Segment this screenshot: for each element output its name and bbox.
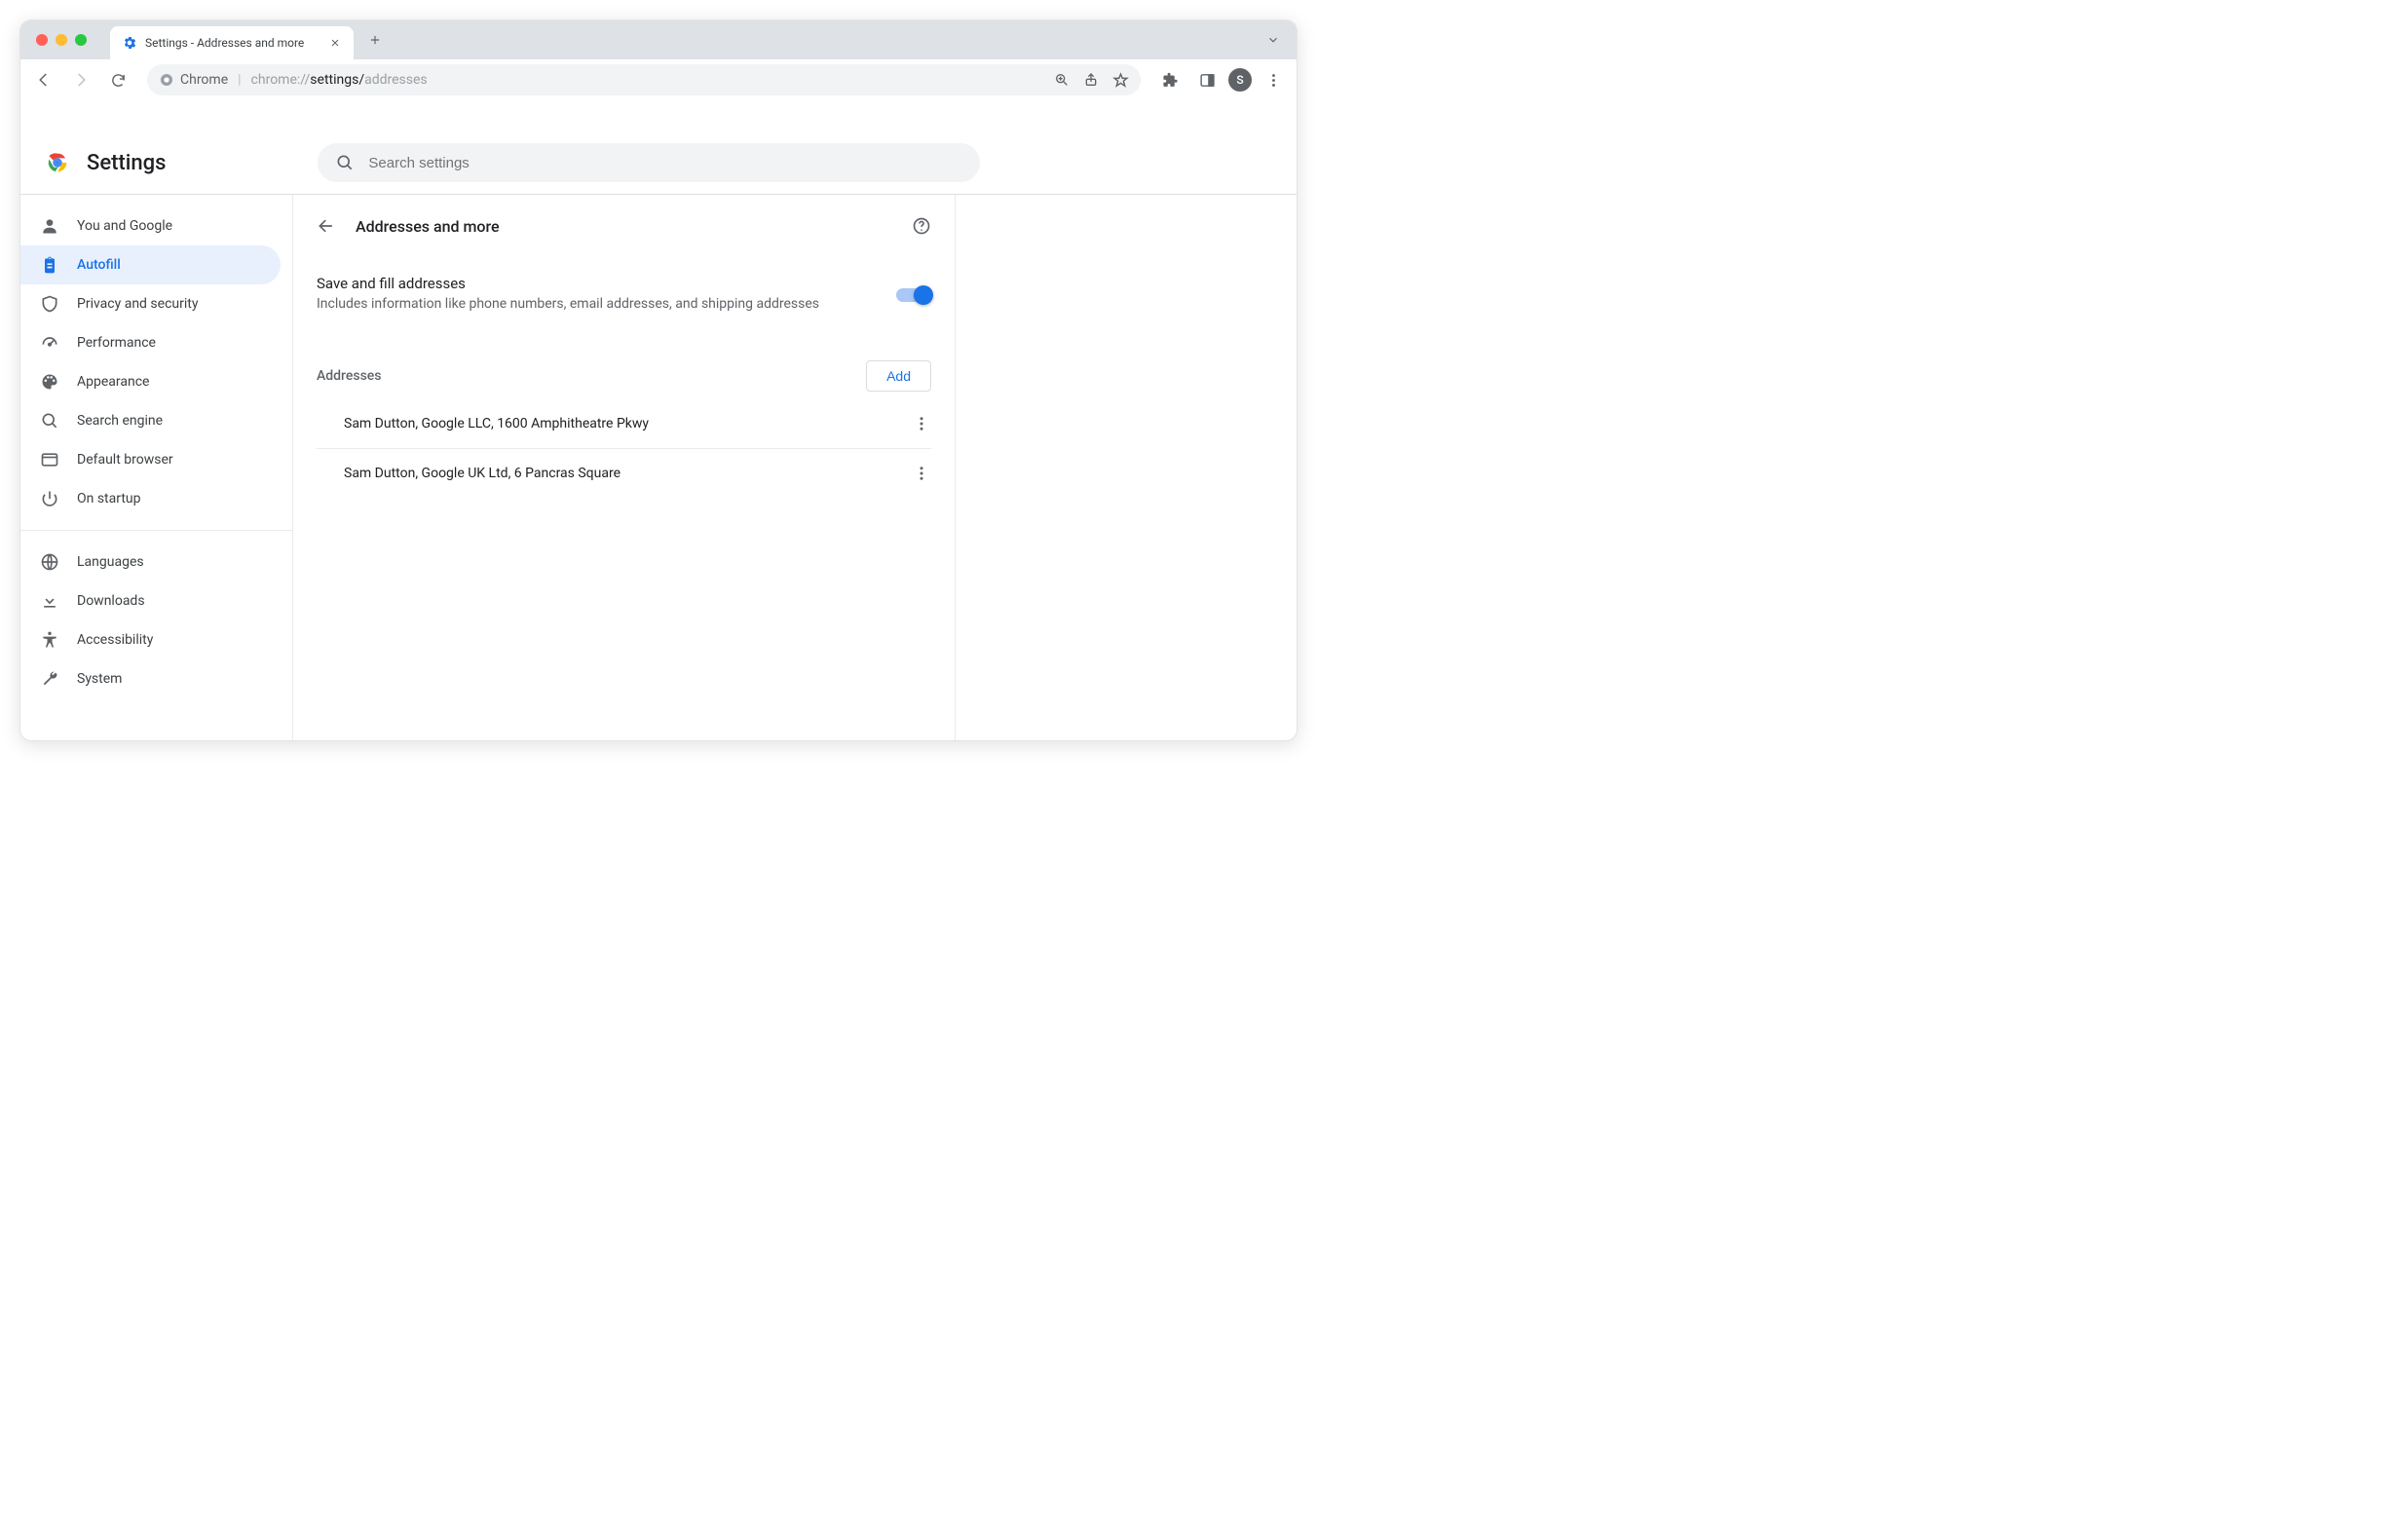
sidebar-item-autofill[interactable]: Autofill	[20, 245, 281, 284]
sidebar-item-appearance[interactable]: Appearance	[20, 362, 281, 401]
sidebar-item-label: Search engine	[77, 413, 163, 429]
sidebar-item-languages[interactable]: Languages	[20, 543, 281, 581]
speed-icon	[40, 333, 59, 353]
toggle-subtitle: Includes information like phone numbers,…	[317, 296, 881, 312]
sidebar-item-performance[interactable]: Performance	[20, 323, 281, 362]
share-icon[interactable]	[1083, 72, 1099, 88]
sidebar-item-label: Autofill	[77, 257, 121, 273]
toggle-title: Save and fill addresses	[317, 275, 881, 292]
more-icon[interactable]	[912, 465, 931, 482]
address-list: Sam Dutton, Google LLC, 1600 Amphitheatr…	[317, 399, 931, 498]
sidebar-item-label: Languages	[77, 554, 144, 570]
tabs-dropdown[interactable]	[1261, 28, 1285, 52]
address-text: Sam Dutton, Google UK Ltd, 6 Pancras Squ…	[344, 466, 621, 481]
settings-header: Settings	[20, 131, 1297, 194]
person-icon	[40, 216, 59, 236]
browser-window: Settings - Addresses and more Chrome	[19, 19, 1298, 741]
sidebar-item-label: Default browser	[77, 452, 173, 468]
download-icon	[40, 591, 59, 611]
address-row[interactable]: Sam Dutton, Google LLC, 1600 Amphitheatr…	[317, 399, 931, 449]
omnibox[interactable]: Chrome | chrome://settings/addresses	[147, 64, 1141, 95]
sidebar-item-privacy-and-security[interactable]: Privacy and security	[20, 284, 281, 323]
globe-icon	[40, 552, 59, 572]
search-input[interactable]	[368, 155, 962, 171]
palette-icon	[40, 372, 59, 392]
reload-button[interactable]	[102, 64, 133, 95]
sidebar-item-label: Privacy and security	[77, 296, 198, 312]
window-close[interactable]	[36, 34, 48, 46]
panel: Addresses and more Save and fill address…	[293, 195, 956, 740]
panel-back-button[interactable]	[317, 216, 336, 236]
site-chip: Chrome	[159, 72, 228, 88]
traffic-lights	[36, 34, 87, 46]
extensions-button[interactable]	[1154, 64, 1185, 95]
sidebar-item-label: Accessibility	[77, 632, 153, 648]
sidebar-item-downloads[interactable]: Downloads	[20, 581, 281, 620]
url-text: chrome://settings/addresses	[251, 72, 428, 88]
sidebar-item-default-browser[interactable]: Default browser	[20, 440, 281, 479]
search-icon	[40, 411, 59, 431]
zoom-icon[interactable]	[1054, 72, 1070, 88]
accessibility-icon	[40, 630, 59, 650]
gear-icon	[122, 35, 137, 51]
sidebar-item-label: Appearance	[77, 374, 149, 390]
browser-icon	[40, 450, 59, 469]
panel-title: Addresses and more	[356, 217, 892, 236]
power-icon	[40, 489, 59, 508]
addresses-label: Addresses	[317, 368, 382, 384]
sidebar-item-label: You and Google	[77, 218, 172, 234]
clipboard-icon	[40, 255, 59, 275]
sidebar-item-label: Downloads	[77, 593, 145, 609]
sidebar-item-on-startup[interactable]: On startup	[20, 479, 281, 518]
add-address-button[interactable]: Add	[866, 360, 931, 392]
shield-icon	[40, 294, 59, 314]
profile-avatar[interactable]: S	[1228, 68, 1252, 92]
more-icon[interactable]	[912, 415, 931, 432]
help-icon[interactable]	[912, 216, 931, 236]
new-tab-button[interactable]	[361, 26, 389, 54]
sidebar-item-system[interactable]: System	[20, 659, 281, 698]
sidebar-item-search-engine[interactable]: Search engine	[20, 401, 281, 440]
sidebar-item-accessibility[interactable]: Accessibility	[20, 620, 281, 659]
omnibox-chip-label: Chrome	[180, 72, 228, 88]
main-content: Addresses and more Save and fill address…	[293, 195, 1297, 740]
window-maximize[interactable]	[75, 34, 87, 46]
forward-button[interactable]	[65, 64, 96, 95]
sidebar-item-label: Performance	[77, 335, 156, 351]
sidebar-item-you-and-google[interactable]: You and Google	[20, 206, 281, 245]
chrome-logo	[44, 149, 71, 176]
tab-settings[interactable]: Settings - Addresses and more	[110, 26, 354, 59]
window-minimize[interactable]	[56, 34, 67, 46]
star-icon[interactable]	[1112, 72, 1129, 89]
tab-strip: Settings - Addresses and more	[20, 20, 1297, 59]
address-row[interactable]: Sam Dutton, Google UK Ltd, 6 Pancras Squ…	[317, 449, 931, 498]
page-title: Settings	[87, 151, 166, 175]
tab-title: Settings - Addresses and more	[145, 36, 320, 50]
sidebar: You and Google Autofill Privacy and securi…	[20, 195, 293, 740]
close-icon[interactable]	[328, 36, 342, 50]
wrench-icon	[40, 669, 59, 689]
save-addresses-toggle[interactable]	[896, 288, 931, 302]
search-settings[interactable]	[318, 143, 980, 182]
sidebar-item-label: System	[77, 671, 122, 687]
address-text: Sam Dutton, Google LLC, 1600 Amphitheatr…	[344, 416, 649, 431]
search-icon	[335, 153, 355, 172]
sidepanel-button[interactable]	[1191, 64, 1223, 95]
overflow-menu[interactable]	[1258, 64, 1289, 95]
save-addresses-toggle-row: Save and fill addresses Includes informa…	[317, 257, 931, 323]
back-button[interactable]	[28, 64, 59, 95]
toolbar: Chrome | chrome://settings/addresses S	[20, 59, 1297, 100]
sidebar-item-label: On startup	[77, 491, 141, 506]
